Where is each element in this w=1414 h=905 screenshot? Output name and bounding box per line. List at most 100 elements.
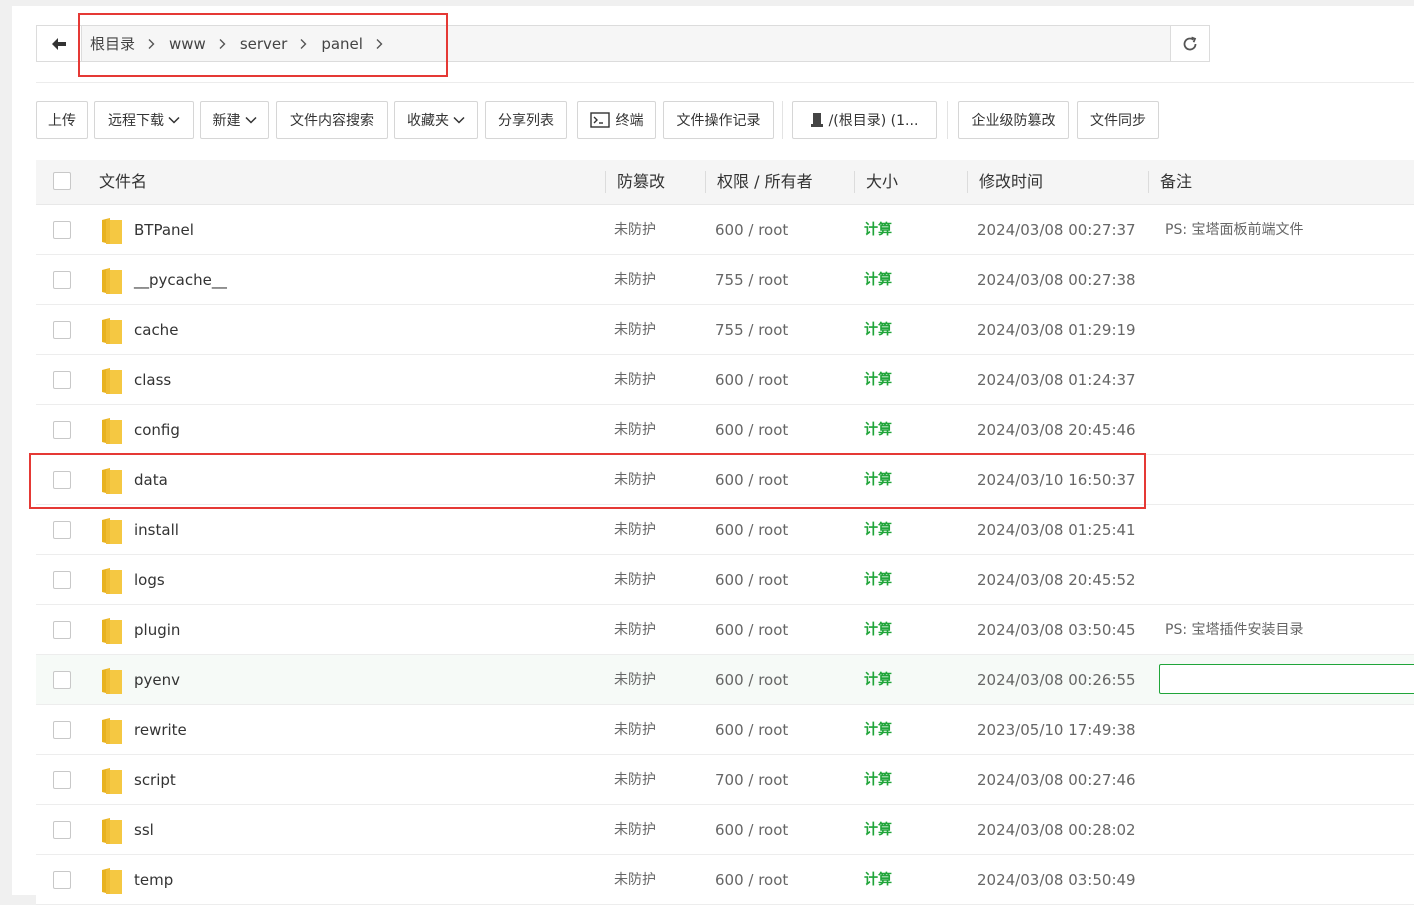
file-name[interactable]: rewrite: [134, 705, 187, 755]
table-row[interactable]: rewrite 未防护 600 / root 计算 2023/05/10 17:49:3…: [36, 705, 1414, 755]
row-checkbox[interactable]: [53, 321, 71, 339]
size-calc-link[interactable]: 计算: [864, 605, 892, 655]
protect-status[interactable]: 未防护: [614, 705, 656, 755]
size-calc-link[interactable]: 计算: [864, 555, 892, 605]
table-row[interactable]: cache 未防护 755 / root 计算 2024/03/08 01:29:19: [36, 305, 1414, 355]
row-checkbox[interactable]: [53, 571, 71, 589]
header-size[interactable]: 大小: [866, 160, 898, 204]
size-calc-link[interactable]: 计算: [864, 805, 892, 855]
row-checkbox[interactable]: [53, 421, 71, 439]
file-name[interactable]: class: [134, 355, 171, 405]
new-button[interactable]: 新建: [200, 101, 269, 139]
size-calc-link[interactable]: 计算: [864, 255, 892, 305]
row-checkbox[interactable]: [53, 771, 71, 789]
header-name[interactable]: 文件名: [99, 160, 147, 204]
protect-status[interactable]: 未防护: [614, 355, 656, 405]
breadcrumb-item[interactable]: 根目录: [90, 33, 135, 54]
size-calc-link[interactable]: 计算: [864, 755, 892, 805]
header-mtime[interactable]: 修改时间: [979, 160, 1043, 204]
file-name[interactable]: data: [134, 455, 168, 505]
size-calc-link[interactable]: 计算: [864, 505, 892, 555]
table-row[interactable]: script 未防护 700 / root 计算 2024/03/08 00:27:46: [36, 755, 1414, 805]
protect-status[interactable]: 未防护: [614, 805, 656, 855]
permission-owner[interactable]: 600 / root: [715, 355, 788, 405]
table-row[interactable]: __pycache__ 未防护 755 / root 计算 2024/03/08 00:…: [36, 255, 1414, 305]
permission-owner[interactable]: 600 / root: [715, 855, 788, 905]
protect-status[interactable]: 未防护: [614, 455, 656, 505]
size-calc-link[interactable]: 计算: [864, 705, 892, 755]
permission-owner[interactable]: 600 / root: [715, 405, 788, 455]
size-calc-link[interactable]: 计算: [864, 855, 892, 905]
favorites-button[interactable]: 收藏夹: [394, 101, 478, 139]
breadcrumb-item[interactable]: www: [169, 35, 206, 53]
file-name[interactable]: ssl: [134, 805, 154, 855]
row-checkbox[interactable]: [53, 671, 71, 689]
row-checkbox[interactable]: [53, 221, 71, 239]
table-row[interactable]: temp 未防护 600 / root 计算 2024/03/08 03:50:49: [36, 855, 1414, 905]
row-checkbox[interactable]: [53, 271, 71, 289]
size-calc-link[interactable]: 计算: [864, 305, 892, 355]
table-row[interactable]: pyenv 未防护 600 / root 计算 2024/03/08 00:26:55: [36, 655, 1414, 705]
path-bar[interactable]: 根目录 www server panel: [36, 25, 1210, 62]
permission-owner[interactable]: 700 / root: [715, 755, 788, 805]
file-name[interactable]: pyenv: [134, 655, 180, 705]
protect-status[interactable]: 未防护: [614, 655, 656, 705]
file-name[interactable]: BTPanel: [134, 205, 194, 255]
file-name[interactable]: script: [134, 755, 176, 805]
table-row[interactable]: class 未防护 600 / root 计算 2024/03/08 01:24:37: [36, 355, 1414, 405]
permission-owner[interactable]: 600 / root: [715, 555, 788, 605]
file-name[interactable]: __pycache__: [134, 255, 227, 305]
permission-owner[interactable]: 600 / root: [715, 705, 788, 755]
table-row[interactable]: plugin 未防护 600 / root 计算 2024/03/08 03:50:45…: [36, 605, 1414, 655]
row-checkbox[interactable]: [53, 871, 71, 889]
table-row[interactable]: ssl 未防护 600 / root 计算 2024/03/08 00:28:02: [36, 805, 1414, 855]
row-checkbox[interactable]: [53, 371, 71, 389]
row-checkbox[interactable]: [53, 621, 71, 639]
file-name[interactable]: install: [134, 505, 179, 555]
permission-owner[interactable]: 600 / root: [715, 805, 788, 855]
breadcrumb-item[interactable]: panel: [321, 35, 363, 53]
file-name[interactable]: plugin: [134, 605, 180, 655]
back-button[interactable]: [37, 26, 82, 61]
permission-owner[interactable]: 600 / root: [715, 655, 788, 705]
protect-status[interactable]: 未防护: [614, 205, 656, 255]
table-row[interactable]: config 未防护 600 / root 计算 2024/03/08 20:45:46: [36, 405, 1414, 455]
protect-status[interactable]: 未防护: [614, 255, 656, 305]
operation-log-button[interactable]: 文件操作记录: [663, 101, 774, 139]
note-input[interactable]: [1159, 664, 1414, 694]
protect-status[interactable]: 未防护: [614, 405, 656, 455]
table-row[interactable]: BTPanel 未防护 600 / root 计算 2024/03/08 00:27:3…: [36, 205, 1414, 255]
breadcrumb-item[interactable]: server: [240, 35, 287, 53]
tamper-proof-button[interactable]: 企业级防篡改: [958, 101, 1069, 139]
upload-button[interactable]: 上传: [36, 101, 88, 139]
file-name[interactable]: config: [134, 405, 180, 455]
size-calc-link[interactable]: 计算: [864, 205, 892, 255]
size-calc-link[interactable]: 计算: [864, 405, 892, 455]
row-checkbox[interactable]: [53, 721, 71, 739]
permission-owner[interactable]: 600 / root: [715, 605, 788, 655]
terminal-button[interactable]: 终端: [577, 101, 656, 139]
remote-download-button[interactable]: 远程下载: [94, 101, 194, 139]
table-row[interactable]: logs 未防护 600 / root 计算 2024/03/08 20:45:52: [36, 555, 1414, 605]
file-sync-button[interactable]: 文件同步: [1077, 101, 1159, 139]
permission-owner[interactable]: 755 / root: [715, 255, 788, 305]
protect-status[interactable]: 未防护: [614, 305, 656, 355]
file-name[interactable]: temp: [134, 855, 173, 905]
table-row[interactable]: data 未防护 600 / root 计算 2024/03/10 16:50:37: [36, 455, 1414, 505]
table-row[interactable]: install 未防护 600 / root 计算 2024/03/08 01:25:4…: [36, 505, 1414, 555]
row-checkbox[interactable]: [53, 521, 71, 539]
select-all-checkbox[interactable]: [53, 172, 71, 190]
size-calc-link[interactable]: 计算: [864, 355, 892, 405]
permission-owner[interactable]: 600 / root: [715, 205, 788, 255]
header-perm[interactable]: 权限 / 所有者: [717, 160, 813, 204]
permission-owner[interactable]: 600 / root: [715, 455, 788, 505]
protect-status[interactable]: 未防护: [614, 605, 656, 655]
header-protect[interactable]: 防篡改: [617, 160, 665, 204]
protect-status[interactable]: 未防护: [614, 505, 656, 555]
size-calc-link[interactable]: 计算: [864, 655, 892, 705]
row-checkbox[interactable]: [53, 471, 71, 489]
refresh-button[interactable]: [1170, 26, 1209, 61]
disk-button[interactable]: /(根目录) (1...: [792, 101, 937, 139]
share-list-button[interactable]: 分享列表: [485, 101, 567, 139]
row-checkbox[interactable]: [53, 821, 71, 839]
